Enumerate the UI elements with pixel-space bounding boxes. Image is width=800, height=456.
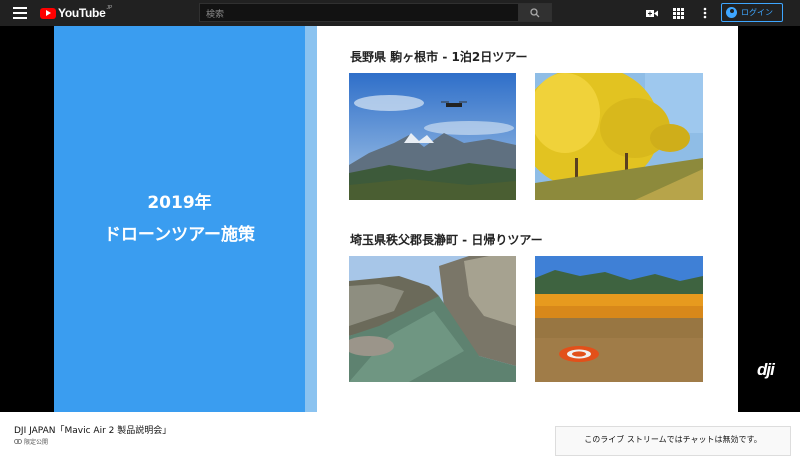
- more-vert-icon[interactable]: [697, 5, 713, 21]
- chat-disabled-panel: このライブ ストリームではチャットは無効です。: [555, 426, 791, 456]
- youtube-logo[interactable]: YouTube JP: [40, 5, 112, 21]
- video-player[interactable]: 2019年 ドローンツアー施策 長野県 駒ヶ根市 - 1泊2日ツアー 埼玉県秩父…: [0, 26, 800, 412]
- section-title-saitama: 埼玉県秩父郡長瀞町 - 日帰りツアー: [350, 233, 543, 247]
- logo-text: YouTube: [58, 6, 106, 20]
- mountain-drone-photo: [349, 73, 516, 200]
- logo-country: JP: [106, 5, 113, 11]
- search-button[interactable]: [518, 3, 552, 22]
- search-input[interactable]: 検索: [199, 3, 519, 22]
- account-icon: [726, 7, 737, 18]
- river-gorge-photo: [349, 256, 516, 382]
- visibility-badge: 限定公開: [14, 437, 48, 446]
- dji-watermark: dji: [757, 360, 775, 379]
- section-title-nagano: 長野県 駒ヶ根市 - 1泊2日ツアー: [350, 50, 528, 64]
- apps-icon[interactable]: [670, 5, 686, 21]
- presentation-slide: 2019年 ドローンツアー施策 長野県 駒ヶ根市 - 1泊2日ツアー 埼玉県秩父…: [54, 26, 738, 412]
- menu-icon[interactable]: [13, 7, 27, 19]
- chat-disabled-message: このライブ ストリームではチャットは無効です。: [584, 435, 762, 444]
- login-button[interactable]: ログイン: [721, 3, 783, 22]
- slide-title-main: ドローンツアー施策: [103, 225, 256, 245]
- top-bar: YouTube JP 検索 ログイン: [0, 0, 800, 26]
- slide-title-year: 2019年: [147, 193, 212, 213]
- slide-accent-stripe: [305, 26, 317, 412]
- link-icon: [14, 439, 22, 444]
- video-title: DJI JAPAN「Mavic Air 2 製品説明会」: [14, 426, 172, 436]
- slide-title-panel: 2019年 ドローンツアー施策: [54, 26, 305, 412]
- flower-field-landing-pad-photo: [535, 256, 703, 382]
- ginkgo-trees-photo: [535, 73, 703, 200]
- create-video-icon[interactable]: [644, 5, 660, 21]
- visibility-label: 限定公開: [24, 439, 49, 446]
- search-icon: [530, 7, 540, 17]
- login-label: ログイン: [741, 8, 773, 17]
- youtube-play-icon: [40, 7, 56, 19]
